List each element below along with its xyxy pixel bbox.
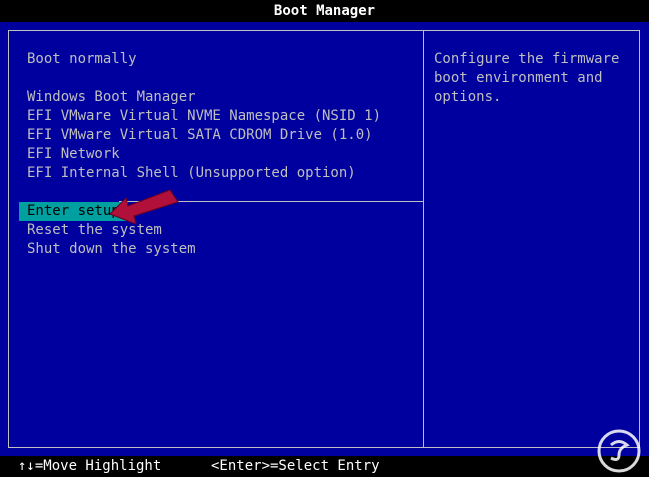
boot-manager-screen: Boot normally Windows Boot Manager EFI V… [0,22,649,456]
window-title: Boot Manager [273,3,376,19]
panel-divider [423,31,424,447]
title-bar: Boot Manager [0,0,649,22]
boot-menu: Boot normally Windows Boot Manager EFI V… [19,50,389,259]
menu-item-boot-normally[interactable]: Boot normally [19,50,389,69]
menu-item-windows-boot-manager[interactable]: Windows Boot Manager [19,88,389,107]
menu-item-shut-down[interactable]: Shut down the system [19,240,389,259]
red-arrow-icon [109,189,179,225]
solvetic-logo-icon [597,429,641,473]
menu-selected-row: Enter setup [19,202,389,221]
menu-item-efi-nvme[interactable]: EFI VMware Virtual NVME Namespace (NSID … [19,107,389,126]
move-highlight-hint: ↑↓=Move Highlight [18,458,162,474]
menu-item-efi-cdrom[interactable]: EFI VMware Virtual SATA CDROM Drive (1.0… [19,126,389,145]
menu-spacer [19,69,389,88]
help-text: Configure the firmware boot environment … [434,51,620,105]
menu-item-efi-shell[interactable]: EFI Internal Shell (Unsupported option) [19,164,389,183]
menu-item-efi-network[interactable]: EFI Network [19,145,389,164]
select-entry-hint: <Enter>=Select Entry [211,458,380,474]
menu-item-reset-system[interactable]: Reset the system [19,221,389,240]
status-bar: ↑↓=Move Highlight <Enter>=Select Entry [0,456,649,477]
menu-frame: Boot normally Windows Boot Manager EFI V… [8,30,640,448]
menu-spacer [19,183,389,202]
